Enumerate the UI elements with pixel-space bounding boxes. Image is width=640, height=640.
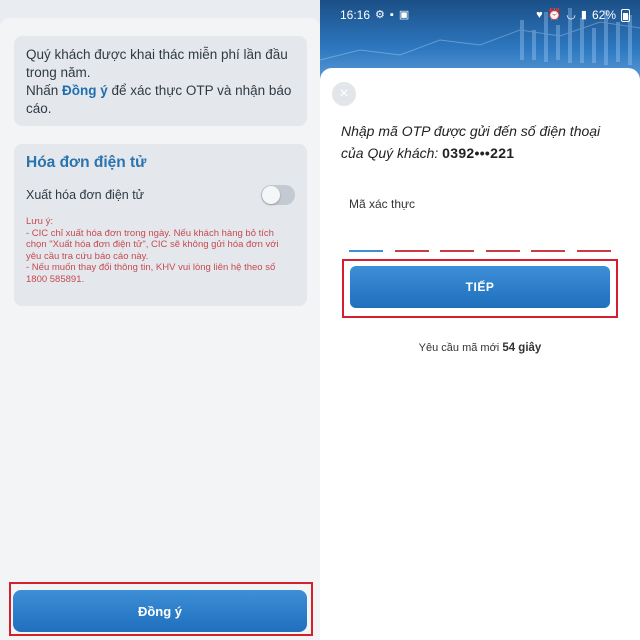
wifi-icon: ◡ bbox=[566, 9, 576, 21]
otp-prompt: Nhập mã OTP được gửi đến số điện thoại c… bbox=[341, 120, 626, 164]
heart-icon: ♥ bbox=[536, 9, 543, 21]
alarm-icon: ⏰ bbox=[547, 9, 562, 21]
e-invoice-toggle[interactable] bbox=[261, 185, 295, 205]
otp-input[interactable] bbox=[349, 250, 611, 254]
screenshot-root: Quý khách được khai thác miễn phí lần đầ… bbox=[0, 0, 640, 640]
chat-icon: ▪ bbox=[389, 9, 394, 21]
e-invoice-title: Hóa đơn điện tử bbox=[26, 154, 147, 171]
otp-slot[interactable] bbox=[349, 250, 383, 252]
close-icon: × bbox=[339, 85, 349, 102]
info-line2-pre: Nhấn bbox=[26, 83, 63, 98]
signal-icon: ▮ bbox=[580, 9, 587, 21]
battery-icon bbox=[621, 8, 630, 22]
e-invoice-card: Hóa đơn điện tử Xuất hóa đơn điện tử Lưu… bbox=[14, 144, 307, 306]
otp-code-label: Mã xác thực bbox=[349, 197, 416, 211]
otp-slot[interactable] bbox=[485, 250, 520, 252]
otp-slot[interactable] bbox=[531, 250, 566, 252]
note-line: - CIC chỉ xuất hóa đơn trong ngày. Nếu k… bbox=[26, 227, 279, 262]
info-line1: Quý khách được khai thác miễn phí lần đầ… bbox=[26, 47, 288, 80]
info-card: Quý khách được khai thác miễn phí lần đầ… bbox=[14, 36, 307, 126]
resend-seconds: 54 giây bbox=[502, 342, 542, 354]
otp-slot[interactable] bbox=[394, 250, 429, 252]
otp-slot[interactable] bbox=[576, 250, 611, 252]
otp-sheet: × Nhập mã OTP được gửi đến số điện thoại… bbox=[320, 68, 640, 640]
invoice-note: Lưu ý: - CIC chỉ xuất hóa đơn trong ngày… bbox=[26, 216, 295, 285]
e-invoice-toggle-label: Xuất hóa đơn điện tử bbox=[26, 188, 145, 202]
otp-panel: 16:16 ⚙ ▪ ▣ ♥ ⏰ ◡ ▮ 62% × Nhập mã OTP đư… bbox=[320, 0, 640, 640]
settings-icon: ⚙ bbox=[375, 9, 385, 21]
note-line: - Nếu muốn thay đổi thông tin, KHV vui l… bbox=[26, 262, 276, 285]
next-button[interactable]: TIẾP bbox=[350, 266, 610, 308]
status-bar: 16:16 ⚙ ▪ ▣ ♥ ⏰ ◡ ▮ 62% bbox=[320, 0, 640, 30]
close-button[interactable]: × bbox=[332, 82, 356, 106]
toggle-knob bbox=[262, 186, 280, 204]
agree-button[interactable]: Đồng ý bbox=[13, 590, 307, 632]
agree-link-text: Đồng ý bbox=[62, 83, 108, 98]
status-time: 16:16 bbox=[340, 8, 371, 22]
status-left: 16:16 ⚙ ▪ ▣ bbox=[340, 8, 409, 22]
image-icon: ▣ bbox=[398, 9, 410, 21]
masked-phone-number: 0392•••221 bbox=[442, 145, 515, 161]
status-right: ♥ ⏰ ◡ ▮ 62% bbox=[536, 8, 630, 22]
e-invoice-toggle-row: Xuất hóa đơn điện tử bbox=[26, 182, 295, 208]
resend-countdown: Yêu cầu mã mới 54 giây bbox=[320, 342, 640, 354]
resend-text: Yêu cầu mã mới bbox=[418, 342, 503, 354]
invoice-panel: Quý khách được khai thác miễn phí lần đầ… bbox=[0, 0, 320, 640]
battery-percent: 62% bbox=[591, 8, 616, 22]
otp-slot[interactable] bbox=[440, 250, 475, 252]
note-heading: Lưu ý: bbox=[26, 216, 53, 227]
